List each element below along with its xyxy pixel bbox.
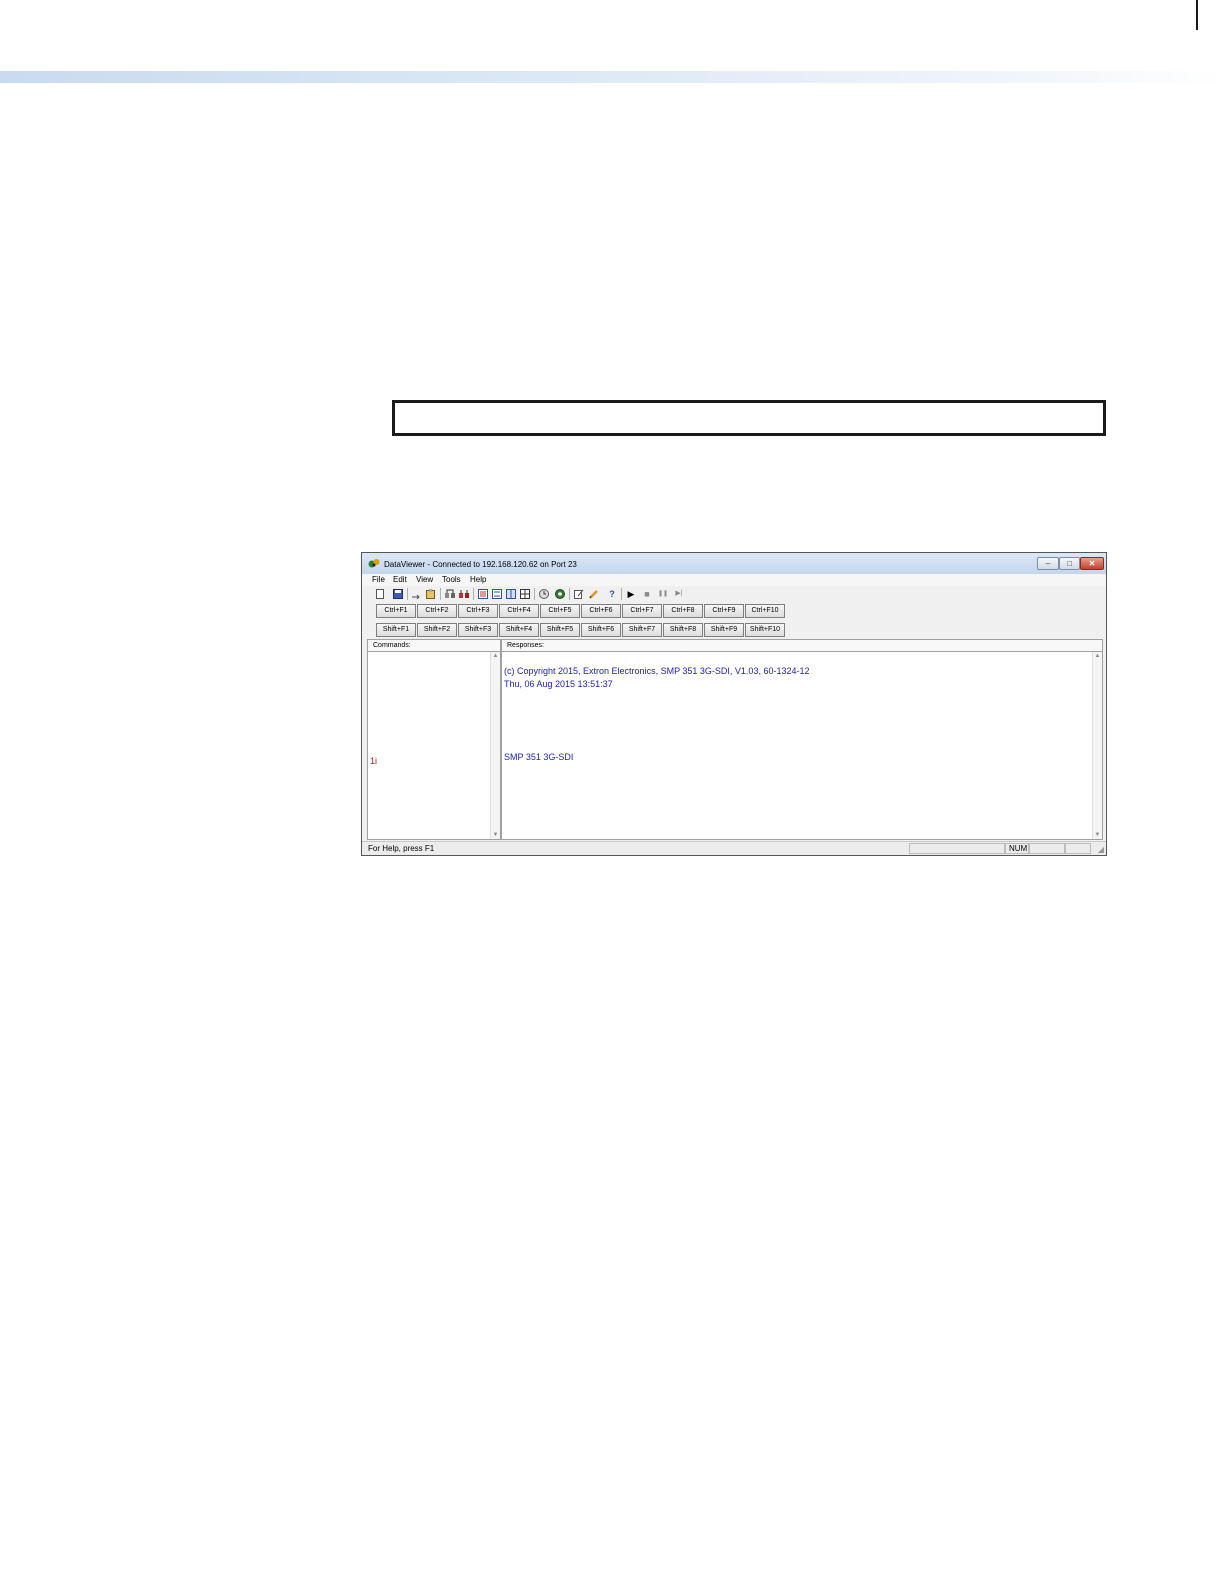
- settings-icon[interactable]: [554, 588, 566, 600]
- open-icon[interactable]: [411, 588, 423, 600]
- status-bar: For Help, press F1 NUM ◢: [362, 841, 1106, 855]
- shift-f9-button[interactable]: Shift+F9: [704, 623, 744, 637]
- maximize-button[interactable]: □: [1059, 557, 1080, 570]
- ctrl-function-keys: Ctrl+F1 Ctrl+F2 Ctrl+F3 Ctrl+F4 Ctrl+F5 …: [362, 603, 1106, 619]
- pencil-icon[interactable]: [588, 588, 600, 600]
- shift-f3-button[interactable]: Shift+F3: [458, 623, 498, 637]
- response-line: (c) Copyright 2015, Extron Electronics, …: [504, 666, 810, 676]
- ascii-view-icon[interactable]: [491, 588, 503, 600]
- toolbar-separator: [473, 588, 474, 600]
- toolbar-separator: [621, 588, 622, 600]
- menu-tools[interactable]: Tools: [442, 575, 461, 584]
- disconnect-icon[interactable]: [458, 588, 470, 600]
- commands-scrollbar[interactable]: ▲ ▼: [490, 652, 500, 839]
- ctrl-f1-button[interactable]: Ctrl+F1: [376, 604, 416, 618]
- pane-headers: Commands: Responses:: [362, 639, 1106, 651]
- shift-f5-button[interactable]: Shift+F5: [540, 623, 580, 637]
- commands-pane[interactable]: 1i ▲ ▼: [367, 651, 501, 840]
- status-cell-empty: [1065, 843, 1091, 854]
- close-button[interactable]: ✕: [1080, 557, 1104, 570]
- toolbar-separator: [569, 588, 570, 600]
- scroll-up-icon[interactable]: ▲: [491, 653, 500, 659]
- page-edge-rule: [1196, 0, 1198, 30]
- step-icon[interactable]: ▶|: [671, 588, 687, 600]
- clock-icon[interactable]: [538, 588, 550, 600]
- toolbar-separator: [440, 588, 441, 600]
- title-bar[interactable]: DataViewer - Connected to 192.168.120.62…: [362, 553, 1106, 574]
- ctrl-f7-button[interactable]: Ctrl+F7: [622, 604, 662, 618]
- menu-view[interactable]: View: [416, 575, 433, 584]
- minimize-button[interactable]: –: [1037, 557, 1059, 570]
- responses-pane[interactable]: (c) Copyright 2015, Extron Electronics, …: [501, 651, 1103, 840]
- menu-file[interactable]: File: [372, 575, 385, 584]
- toolbar: ? ▶ ■ ❚❚ ▶|: [366, 586, 1106, 602]
- menu-help[interactable]: Help: [470, 575, 486, 584]
- responses-header: Responses:: [501, 639, 1103, 651]
- ctrl-f10-button[interactable]: Ctrl+F10: [745, 604, 785, 618]
- command-entry: 1i: [370, 756, 378, 766]
- ctrl-f8-button[interactable]: Ctrl+F8: [663, 604, 703, 618]
- ctrl-f3-button[interactable]: Ctrl+F3: [458, 604, 498, 618]
- ctrl-f6-button[interactable]: Ctrl+F6: [581, 604, 621, 618]
- menu-edit[interactable]: Edit: [393, 575, 407, 584]
- help-icon[interactable]: ?: [606, 588, 618, 600]
- shift-f2-button[interactable]: Shift+F2: [417, 623, 457, 637]
- hex-view-icon[interactable]: [477, 588, 489, 600]
- status-num-indicator: NUM: [1005, 843, 1029, 854]
- menu-bar: File Edit View Tools Help: [362, 574, 1106, 586]
- shift-f6-button[interactable]: Shift+F6: [581, 623, 621, 637]
- ctrl-f4-button[interactable]: Ctrl+F4: [499, 604, 539, 618]
- responses-scrollbar[interactable]: ▲ ▼: [1092, 652, 1102, 839]
- new-file-icon[interactable]: [374, 588, 386, 600]
- ctrl-f9-button[interactable]: Ctrl+F9: [704, 604, 744, 618]
- status-help-text: For Help, press F1: [368, 844, 435, 853]
- shift-f10-button[interactable]: Shift+F10: [745, 623, 785, 637]
- response-line: Thu, 06 Aug 2015 13:51:37: [504, 679, 613, 689]
- save-icon[interactable]: [392, 588, 404, 600]
- scroll-up-icon[interactable]: ▲: [1093, 653, 1102, 659]
- grid-view-icon[interactable]: [519, 588, 531, 600]
- ctrl-f2-button[interactable]: Ctrl+F2: [417, 604, 457, 618]
- close-icon: ✕: [1088, 559, 1096, 568]
- dataviewer-window: DataViewer - Connected to 192.168.120.62…: [361, 552, 1107, 856]
- toolbar-separator: [407, 588, 408, 600]
- shift-f8-button[interactable]: Shift+F8: [663, 623, 703, 637]
- paste-icon[interactable]: [425, 588, 437, 600]
- scroll-down-icon[interactable]: ▼: [1093, 832, 1102, 838]
- scroll-down-icon[interactable]: ▼: [491, 832, 500, 838]
- connect-icon[interactable]: [444, 588, 456, 600]
- shift-f4-button[interactable]: Shift+F4: [499, 623, 539, 637]
- pause-icon[interactable]: ❚❚: [656, 588, 670, 600]
- header-band: [0, 71, 1224, 83]
- minimize-icon: –: [1045, 559, 1051, 568]
- play-icon[interactable]: ▶: [625, 588, 637, 600]
- status-cell-empty: [1029, 843, 1065, 854]
- response-line: SMP 351 3G-SDI: [504, 752, 574, 762]
- maximize-icon: □: [1067, 559, 1072, 568]
- toolbar-separator: [534, 588, 535, 600]
- note-box: [392, 400, 1106, 436]
- status-cell-empty: [909, 843, 1005, 854]
- shift-function-keys: Shift+F1 Shift+F2 Shift+F3 Shift+F4 Shif…: [362, 622, 1106, 638]
- shift-f7-button[interactable]: Shift+F7: [622, 623, 662, 637]
- edit-icon[interactable]: [573, 588, 585, 600]
- ctrl-f5-button[interactable]: Ctrl+F5: [540, 604, 580, 618]
- resize-grip-icon[interactable]: ◢: [1098, 845, 1104, 854]
- shift-f1-button[interactable]: Shift+F1: [376, 623, 416, 637]
- dataviewer-app-icon: [368, 559, 380, 568]
- window-title: DataViewer - Connected to 192.168.120.62…: [384, 560, 577, 569]
- split-view-icon[interactable]: [505, 588, 517, 600]
- commands-header: Commands:: [367, 639, 501, 651]
- stop-icon[interactable]: ■: [641, 588, 653, 600]
